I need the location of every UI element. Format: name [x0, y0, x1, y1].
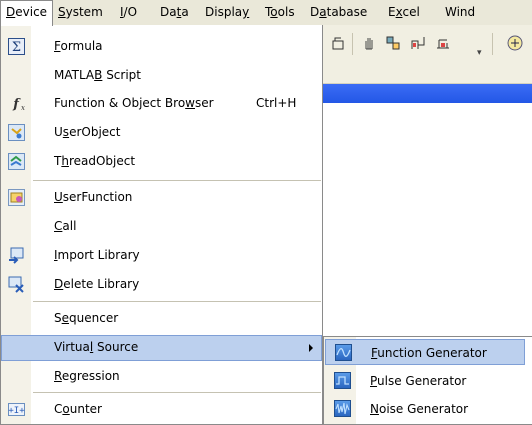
threadobject-icon [8, 153, 25, 170]
counter-icon: +I+ [8, 401, 25, 418]
menu-separator [33, 180, 321, 181]
layout-icon[interactable] [409, 34, 427, 52]
submenu-arrow-icon [309, 344, 313, 352]
import-library-icon [8, 247, 25, 264]
menu-window[interactable]: Wind [440, 0, 480, 25]
menu-item-delete-library[interactable]: Delete Library [1, 272, 322, 298]
submenu-item-function-generator[interactable]: Function Generator [325, 339, 525, 365]
menu-separator [33, 301, 321, 302]
menu-device[interactable]: Device [0, 0, 54, 26]
menu-system[interactable]: System [53, 0, 108, 25]
menu-item-import-library[interactable]: Import Library [1, 243, 322, 269]
sigma-icon: Σ [8, 38, 25, 55]
menu-database[interactable]: Database [305, 0, 372, 25]
menu-item-function-object-browser[interactable]: fx Function & Object Browser Ctrl+H [1, 91, 322, 117]
menu-separator [33, 392, 321, 393]
svg-text:Σ: Σ [12, 40, 21, 55]
pulse-generator-icon [334, 372, 351, 389]
userobject-icon [8, 124, 25, 141]
noise-generator-icon [334, 400, 351, 417]
menu-tools[interactable]: Tools [260, 0, 300, 25]
menu-item-sequencer[interactable]: Sequencer [1, 306, 322, 332]
menu-io[interactable]: I/O [115, 0, 142, 25]
svg-text:x: x [21, 104, 25, 112]
menu-display[interactable]: Display [200, 0, 254, 25]
function-generator-icon [335, 344, 352, 361]
hand-icon[interactable] [360, 34, 378, 52]
menu-item-call[interactable]: Call [1, 214, 322, 240]
shortcut-label: Ctrl+H [256, 96, 297, 110]
svg-text:f: f [12, 97, 21, 112]
delete-library-icon [8, 276, 25, 293]
menu-item-userfunction[interactable]: UserFunction [1, 185, 322, 211]
menu-excel[interactable]: Excel [383, 0, 425, 25]
menu-item-regression[interactable]: Regression [1, 364, 322, 390]
menu-item-userobject[interactable]: UserObject [1, 120, 322, 146]
function-icon: fx [8, 95, 25, 112]
menu-item-counter[interactable]: +I+ Counter [1, 397, 322, 423]
menu-item-matlab-script[interactable]: MATLAB Script [1, 63, 322, 89]
step-icon[interactable] [329, 34, 347, 52]
menu-item-threadobject[interactable]: ThreadObject [1, 149, 322, 175]
zoom-icon[interactable] [506, 34, 524, 52]
connect-icon[interactable] [384, 34, 402, 52]
userfunction-icon [8, 189, 25, 206]
svg-text:+I+: +I+ [8, 406, 25, 416]
virtual-source-submenu: Function Generator Pulse Generator Noise… [323, 336, 532, 425]
menubar: Device System I/O Data Display Tools Dat… [0, 0, 532, 26]
menu-data[interactable]: Data [155, 0, 194, 25]
submenu-item-noise-generator[interactable]: Noise Generator [325, 396, 525, 422]
submenu-item-pulse-generator[interactable]: Pulse Generator [325, 368, 525, 394]
menu-item-virtual-source[interactable]: Virtual Source [1, 335, 322, 361]
menu-item-formula[interactable]: Σ Formula [1, 34, 322, 60]
device-menu: Σ Formula MATLAB Script fx Function & Ob… [0, 25, 323, 425]
toolbar-overflow-icon[interactable]: ▾ [477, 48, 482, 58]
align-icon[interactable] [434, 34, 452, 52]
